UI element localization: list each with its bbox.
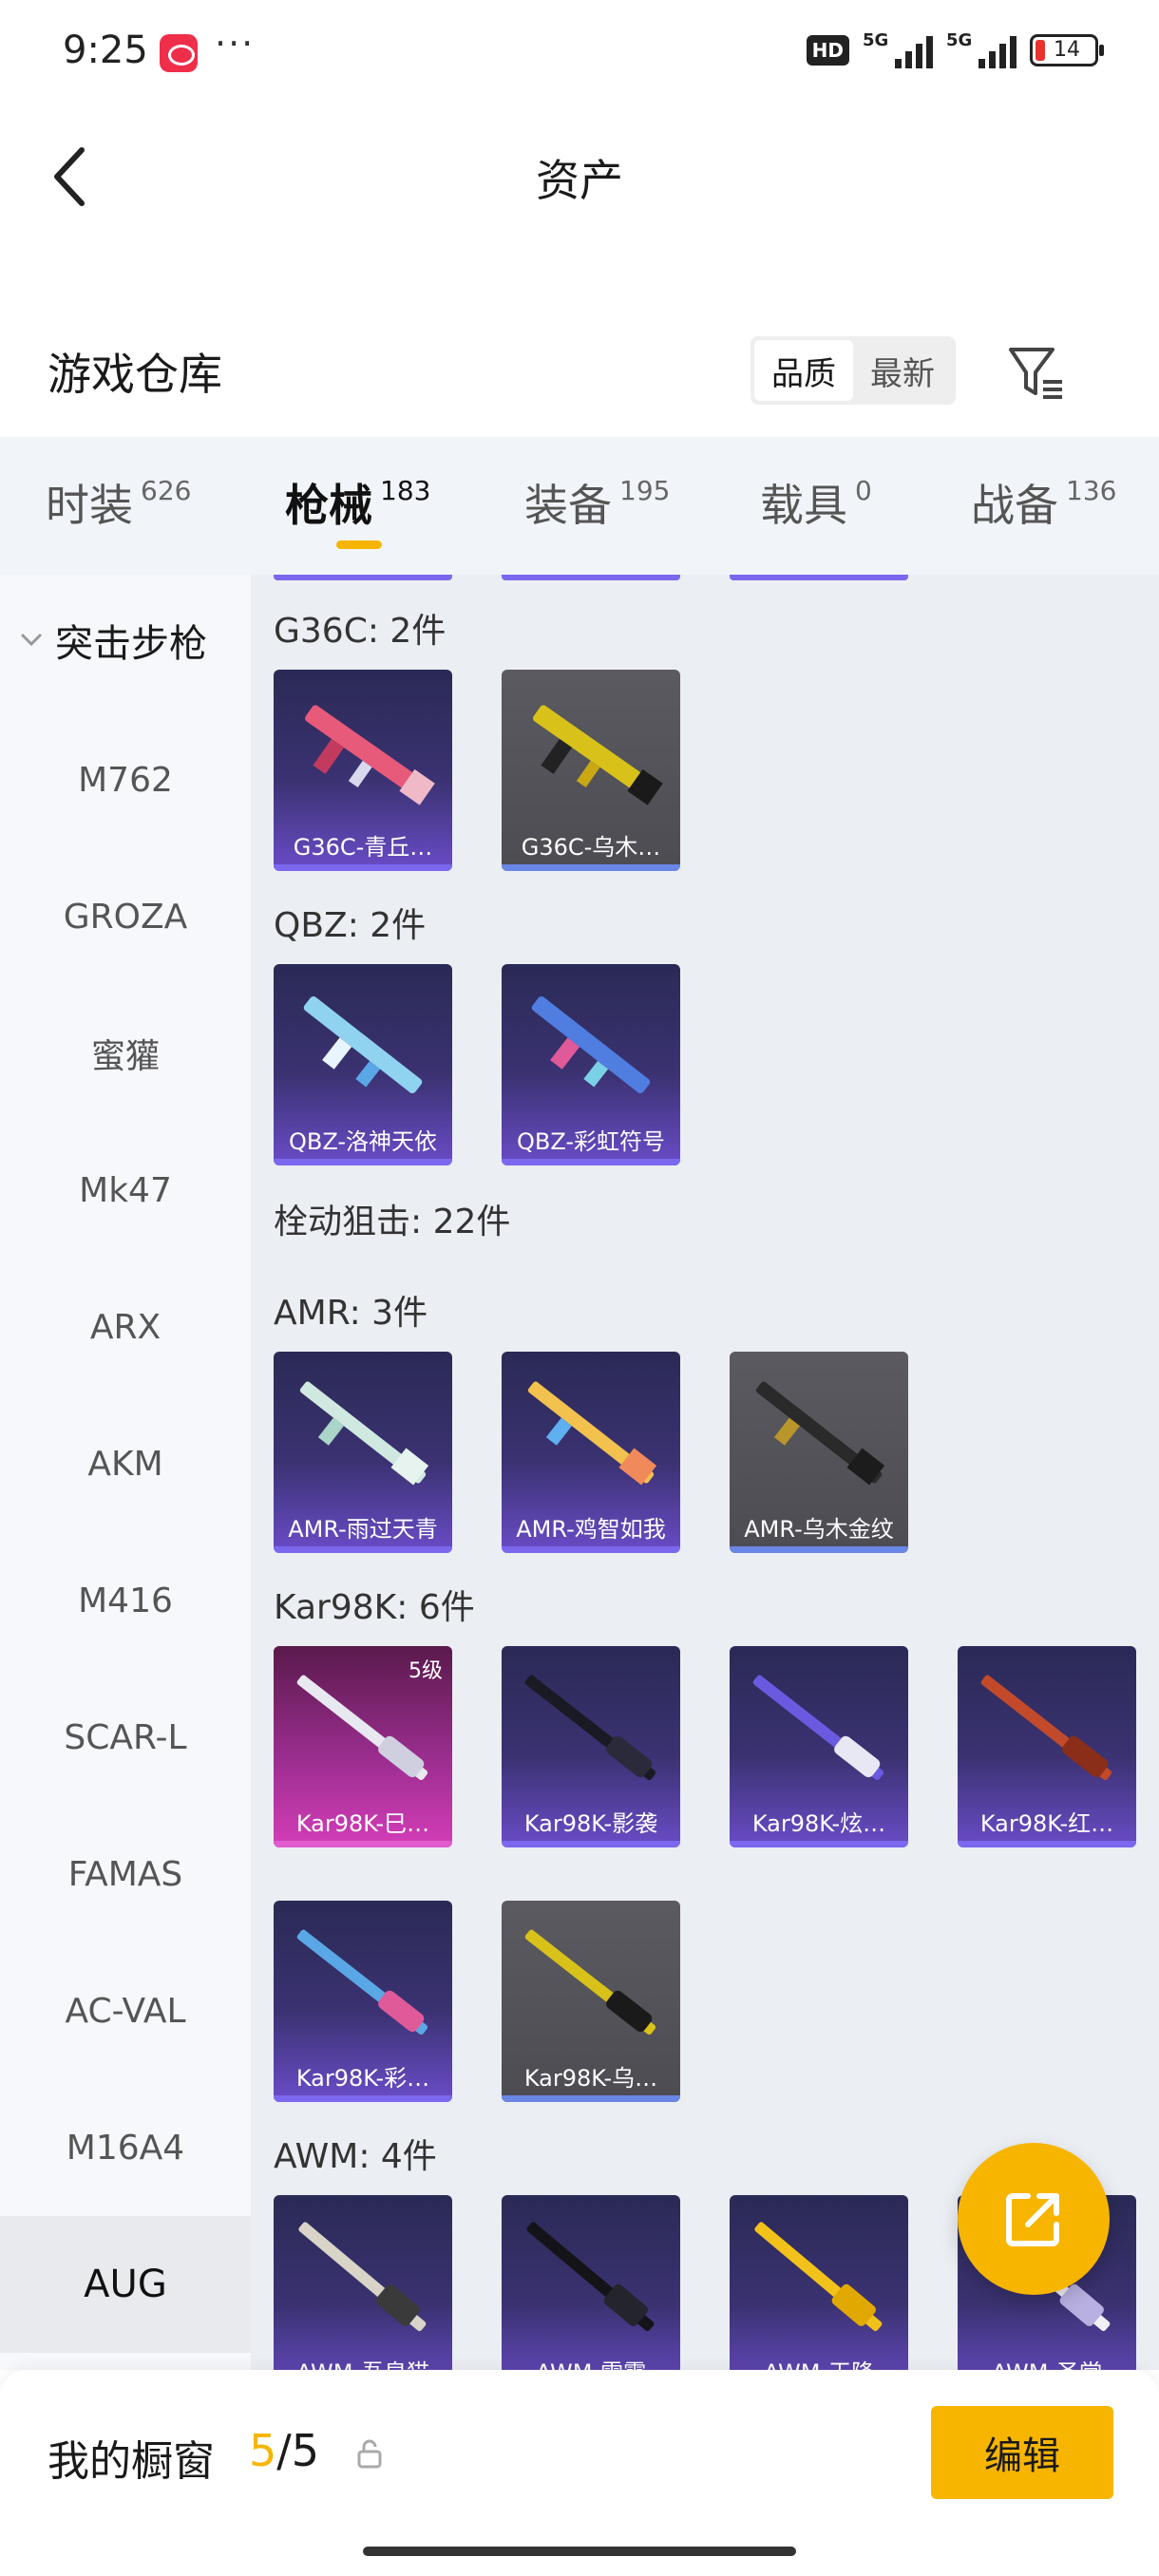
status-bar: 9:25 ··· HD 5G 5G 14 (0, 0, 1159, 104)
amr-rifle-icon (527, 1381, 657, 1486)
warehouse-title: 游戏仓库 (48, 349, 222, 400)
active-tab-indicator (336, 540, 382, 549)
app-header: 资产 (0, 104, 1159, 247)
weapon-card[interactable]: AMR-乌木金纹 (730, 1352, 908, 1553)
weapon-type-sidebar: 突击步枪 M762 GROZA 蜜獾 Mk47 ARX AKM M416 SCA… (0, 575, 251, 2370)
signal-icon-2: 5G (946, 30, 1016, 68)
weapon-card[interactable]: AWM-天降 (730, 2195, 908, 2370)
more-notifications-icon: ··· (215, 23, 256, 65)
weapon-card[interactable]: AWM-吾皇猫 (274, 2195, 452, 2370)
status-indicators: HD 5G 5G 14 (806, 30, 1104, 68)
share-button[interactable] (958, 2143, 1110, 2295)
kar98k-rifle-icon (980, 1675, 1112, 1781)
sort-toggle: 品质 最新 (750, 336, 956, 405)
tab-equipment[interactable]: 装备 195 (524, 471, 670, 534)
lock-icon (357, 2439, 382, 2469)
weapon-card[interactable]: QBZ-彩虹符号 (502, 964, 680, 1165)
sort-quality-button[interactable]: 品质 (754, 340, 853, 401)
section-title-amr: AMR: 3件 (274, 1294, 428, 1333)
sidebar-item-honey-badger[interactable]: 蜜獾 (0, 985, 251, 1122)
sidebar-item-famas[interactable]: FAMAS (0, 1806, 251, 1942)
sidebar-item-m416[interactable]: M416 (0, 1532, 251, 1669)
sidebar-item-aug[interactable]: AUG (0, 2216, 251, 2353)
filter-button[interactable] (1003, 338, 1072, 407)
sidebar-item-scar-l[interactable]: SCAR-L (0, 1669, 251, 1806)
kar98k-rifle-icon (524, 1929, 656, 2036)
weapon-card[interactable]: Kar98K-彩… (274, 1901, 452, 2102)
section-title-awm: AWM: 4件 (274, 2137, 437, 2176)
weapon-grid: G36C: 2件 G36C-青丘… G36C-乌木… QBZ: 2件 QBZ-洛… (251, 575, 1159, 2370)
section-title-kar98k: Kar98K: 6件 (274, 1588, 475, 1627)
page-title: 资产 (536, 155, 623, 206)
showcase-count: 5/5 (249, 2425, 320, 2476)
kar98k-rifle-icon (296, 1929, 428, 2036)
g36c-rifle-icon (533, 705, 663, 805)
weapon-card[interactable]: AMR-雨过天青 (274, 1352, 452, 1553)
weapon-card[interactable]: Kar98K-红… (958, 1646, 1136, 1847)
warehouse-bar: 游戏仓库 品质 最新 (0, 313, 1159, 427)
signal-icon: 5G (863, 30, 933, 68)
awm-rifle-icon (298, 2222, 427, 2332)
sidebar-item-groza[interactable]: GROZA (0, 848, 251, 985)
sidebar-group-assault-rifle[interactable]: 突击步枪 (17, 613, 207, 668)
section-title-bolt-sniper: 栓动狙击: 22件 (274, 1203, 511, 1241)
app-notification-icon (160, 34, 198, 72)
g36c-rifle-icon (305, 705, 435, 805)
awm-rifle-icon (526, 2222, 655, 2332)
amr-rifle-icon (299, 1381, 429, 1486)
battery-icon: 14 (1030, 34, 1104, 66)
tab-fashion[interactable]: 时装 626 (46, 471, 191, 534)
share-icon (1006, 2193, 1059, 2246)
edit-button[interactable]: 编辑 (931, 2406, 1113, 2499)
kar98k-rifle-icon (524, 1675, 656, 1781)
sort-latest-button[interactable]: 最新 (853, 340, 952, 401)
tab-supplies[interactable]: 战备 136 (971, 471, 1116, 534)
sidebar-item-m16a4[interactable]: M16A4 (0, 2079, 251, 2216)
weapon-card[interactable]: G36C-乌木… (502, 670, 680, 871)
weapon-card[interactable]: 5级 Kar98K-巳… (274, 1646, 452, 1847)
filter-icon (1009, 348, 1062, 399)
sidebar-item-arx[interactable]: ARX (0, 1259, 251, 1395)
weapon-card[interactable]: QBZ-洛神天依 (274, 964, 452, 1165)
qbz-rifle-icon (531, 995, 651, 1094)
weapon-card[interactable]: Kar98K-乌… (502, 1901, 680, 2102)
weapon-card[interactable]: G36C-青丘… (274, 670, 452, 871)
sidebar-item-ac-val[interactable]: AC-VAL (0, 1942, 251, 2079)
category-tabs: 时装 626 枪械 183 装备 195 载具 0 战备 136 (0, 437, 1159, 575)
kar98k-rifle-icon (752, 1675, 884, 1781)
sidebar-item-mk47[interactable]: Mk47 (0, 1122, 251, 1259)
amr-rifle-icon (755, 1381, 885, 1486)
awm-rifle-icon (754, 2222, 883, 2332)
chevron-down-icon (21, 634, 42, 647)
weapon-card[interactable]: AWM-雷霆 (502, 2195, 680, 2370)
weapon-card[interactable]: Kar98K-炫… (730, 1646, 908, 1847)
weapon-card[interactable]: Kar98K-影袭 (502, 1646, 680, 1847)
hd-call-icon: HD (806, 35, 849, 66)
kar98k-rifle-icon (296, 1675, 428, 1781)
tab-guns[interactable]: 枪械 183 (285, 471, 430, 534)
section-title-g36c: G36C: 2件 (274, 612, 446, 651)
section-title-qbz: QBZ: 2件 (274, 906, 427, 945)
home-indicator[interactable] (363, 2547, 796, 2556)
weapon-card[interactable]: AMR-鸡智如我 (502, 1352, 680, 1553)
sidebar-item-m762[interactable]: M762 (0, 711, 251, 848)
showcase-label: 我的橱窗 (48, 2437, 215, 2486)
tab-vehicles[interactable]: 载具 0 (760, 471, 872, 534)
qbz-rifle-icon (303, 995, 423, 1094)
showcase-bar: 我的橱窗 5/5 编辑 (0, 2370, 1159, 2576)
sidebar-item-akm[interactable]: AKM (0, 1395, 251, 1532)
status-time: 9:25 (63, 28, 148, 72)
